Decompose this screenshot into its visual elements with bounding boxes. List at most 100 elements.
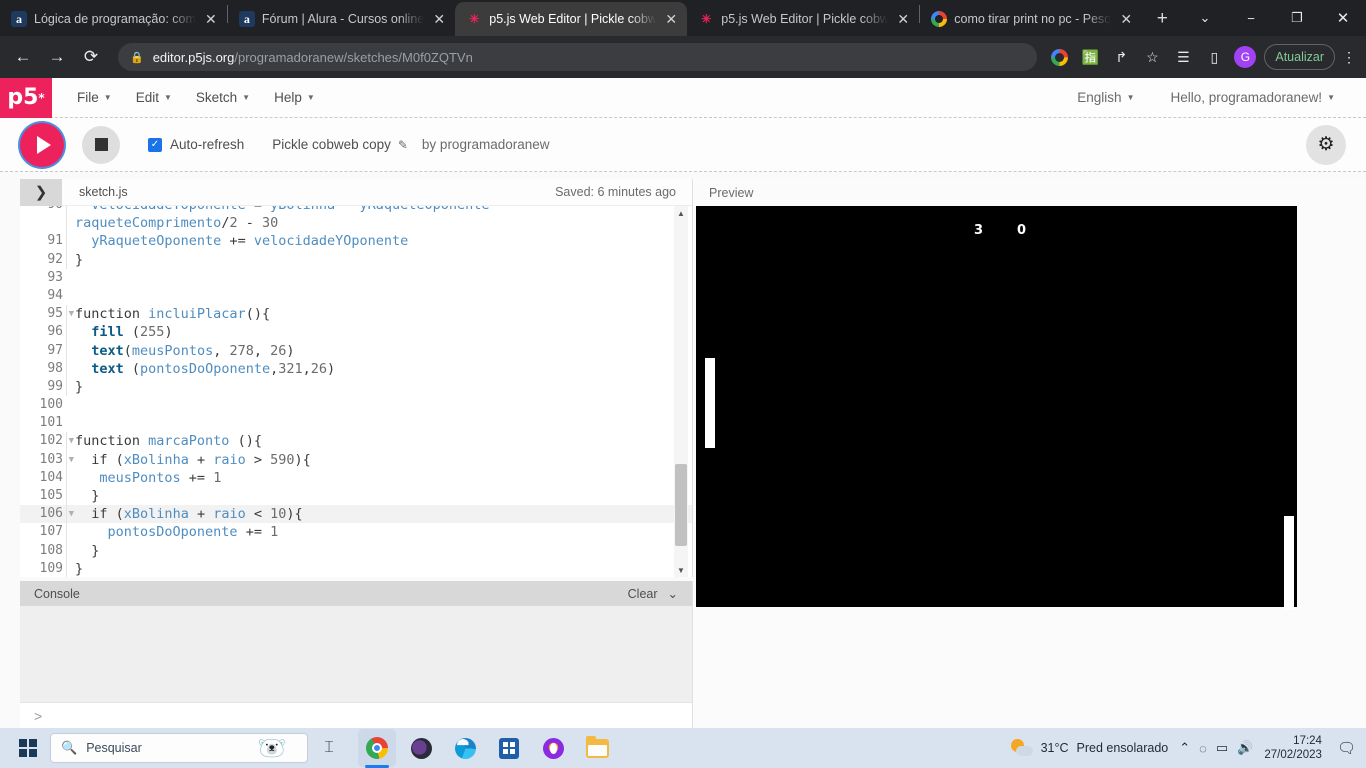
menu-help[interactable]: Help ▼: [265, 86, 324, 109]
console-input[interactable]: >: [20, 702, 692, 728]
tab-search-icon[interactable]: ⌄: [1182, 2, 1228, 34]
code-line[interactable]: 91 yRaqueteOponente += velocidadeYOponen…: [20, 232, 692, 251]
avatar[interactable]: G: [1231, 43, 1259, 71]
auto-refresh-toggle[interactable]: ✓ Auto-refresh: [148, 137, 244, 152]
start-button[interactable]: [10, 730, 46, 766]
code-line[interactable]: 100: [20, 396, 692, 414]
taskbar-app-chrome[interactable]: [358, 729, 396, 768]
code-line[interactable]: raqueteComprimento/2 - 30: [20, 214, 692, 233]
play-button[interactable]: [20, 122, 64, 167]
sidebar-toggle-icon[interactable]: ❯: [20, 178, 62, 206]
taskbar-app-avast[interactable]: [534, 729, 572, 767]
menu-file[interactable]: File ▼: [68, 86, 121, 109]
line-number: 104: [39, 469, 63, 485]
close-icon[interactable]: ✕: [431, 11, 447, 27]
reading-list-icon[interactable]: ☰: [1169, 43, 1197, 71]
checkbox-checked-icon[interactable]: ✓: [148, 137, 162, 152]
code-line[interactable]: 109}: [20, 559, 692, 577]
battery-icon[interactable]: ▭: [1216, 740, 1228, 756]
close-icon[interactable]: ✕: [203, 11, 219, 27]
bookmark-star-icon[interactable]: ☆: [1138, 43, 1166, 71]
notifications-icon[interactable]: 🗨: [1333, 739, 1356, 757]
console-clear-button[interactable]: Clear: [628, 587, 658, 601]
windows-taskbar: 🔍 Pesquisar 🐻‍❄️ ⌶ 31°C Pred ensolarado: [0, 728, 1366, 768]
code-line[interactable]: 93: [20, 269, 692, 287]
scroll-up-icon[interactable]: ▲: [674, 206, 688, 220]
code-line[interactable]: 102 ▼ function marcaPonto (){: [20, 432, 692, 451]
taskbar-app-store[interactable]: [490, 729, 528, 767]
code-line[interactable]: 96 fill (255): [20, 323, 692, 342]
code-line[interactable]: 103 ▼ if (xBolinha + raio > 590){: [20, 450, 692, 469]
code-line[interactable]: 94: [20, 287, 692, 305]
show-hidden-icons-chevron-icon[interactable]: ⌃: [1179, 740, 1190, 756]
chrome-menu-icon[interactable]: ⋮: [1340, 49, 1358, 66]
pencil-icon[interactable]: ✎: [398, 138, 408, 152]
code-text: }: [66, 559, 83, 577]
search-input[interactable]: 🔍 Pesquisar 🐻‍❄️: [50, 733, 308, 763]
code-line[interactable]: 92}: [20, 250, 692, 269]
taskbar-app-edge[interactable]: [446, 729, 484, 767]
close-icon[interactable]: ✕: [1118, 11, 1134, 27]
code-line[interactable]: 95 ▼ function incluiPlacar(){: [20, 305, 692, 324]
code-line[interactable]: 99}: [20, 377, 692, 397]
taskbar-app-file-explorer[interactable]: [578, 729, 616, 767]
sketch-canvas[interactable]: 3 0: [696, 206, 1297, 609]
code-line[interactable]: 97 text(meusPontos, 278, 26): [20, 341, 692, 360]
code-line[interactable]: 101: [20, 414, 692, 432]
close-icon[interactable]: ✕: [663, 11, 679, 27]
code-line[interactable]: 106 ▼ if (xBolinha + raio < 10){: [20, 505, 692, 524]
code-line[interactable]: 104 meusPontos += 1: [20, 468, 692, 488]
editor-scrollbar[interactable]: ▲ ▼: [674, 206, 688, 577]
close-icon[interactable]: ✕: [895, 11, 911, 27]
new-tab-button[interactable]: +: [1148, 5, 1176, 33]
avast-icon: [542, 737, 564, 759]
sketch-author: by programadoranew: [421, 137, 550, 152]
share-icon[interactable]: ↱: [1107, 43, 1135, 71]
menu-sketch[interactable]: Sketch ▼: [187, 86, 259, 109]
browser-tab-3[interactable]: ✳ p5.js Web Editor | Pickle cobw ✕: [687, 2, 919, 36]
chevron-down-icon[interactable]: ⌄: [668, 586, 678, 601]
scroll-down-icon[interactable]: ▼: [674, 563, 688, 577]
side-panel-icon[interactable]: ▯: [1200, 43, 1228, 71]
code-line[interactable]: 98 text (pontosDoOponente,321,26): [20, 359, 692, 378]
update-button[interactable]: Atualizar: [1264, 44, 1335, 70]
task-view-icon[interactable]: ⌶: [312, 730, 346, 766]
browser-tab-2[interactable]: ✳ p5.js Web Editor | Pickle cobw ✕: [455, 2, 688, 36]
fold-triangle-icon[interactable]: ▼: [69, 305, 74, 323]
p5-logo[interactable]: p5 *: [0, 77, 52, 118]
google-account-icon[interactable]: [1045, 43, 1073, 71]
translate-icon[interactable]: 🈯: [1076, 43, 1104, 71]
clock[interactable]: 17:24 27/02/2023: [1264, 734, 1322, 763]
language-selector[interactable]: English ▼: [1068, 86, 1143, 109]
sketch-name[interactable]: Pickle cobweb copy ✎: [272, 137, 408, 152]
forward-icon[interactable]: →: [42, 42, 72, 72]
file-tab-sketch-js[interactable]: sketch.js: [79, 185, 128, 199]
code-line[interactable]: 108 }: [20, 541, 692, 560]
taskbar-app-opera[interactable]: [402, 729, 440, 767]
menu-edit[interactable]: Edit ▼: [127, 86, 181, 109]
browser-tab-1[interactable]: a Fórum | Alura - Cursos online ✕: [228, 2, 455, 36]
code-line[interactable]: 105 }: [20, 487, 692, 506]
account-menu[interactable]: Hello, programadoranew! ▼: [1161, 86, 1344, 109]
fold-triangle-icon[interactable]: ▼: [69, 451, 74, 469]
code-text: if (xBolinha + raio < 10){: [66, 505, 303, 524]
fold-triangle-icon[interactable]: ▼: [69, 505, 74, 523]
volume-icon[interactable]: 🔊: [1237, 740, 1253, 756]
stop-button[interactable]: [82, 125, 120, 164]
browser-tab-0[interactable]: a Lógica de programação: com ✕: [0, 2, 227, 36]
code-editor[interactable]: 90 velocidadeYOponente = yBolinha - yRaq…: [20, 206, 692, 577]
gear-icon[interactable]: ⚙: [1306, 124, 1346, 165]
maximize-button[interactable]: ❐: [1274, 2, 1320, 34]
code-line[interactable]: 90 velocidadeYOponente = yBolinha - yRaq…: [20, 206, 692, 215]
fold-triangle-icon[interactable]: ▼: [69, 432, 74, 450]
code-line[interactable]: 107 pontosDoOponente += 1: [20, 523, 692, 542]
minimize-button[interactable]: −: [1228, 2, 1274, 34]
close-window-button[interactable]: ✕: [1320, 2, 1366, 34]
reload-icon[interactable]: ⟳: [76, 42, 106, 72]
back-icon[interactable]: ←: [8, 42, 38, 72]
address-input[interactable]: 🔒 editor.p5js.org/programadoranew/sketch…: [118, 43, 1038, 71]
scrollbar-thumb[interactable]: [675, 464, 687, 546]
browser-tab-4[interactable]: como tirar print no pc - Pesq ✕: [920, 2, 1142, 36]
weather-widget[interactable]: 31°C Pred ensolarado: [1010, 739, 1168, 757]
onedrive-icon[interactable]: ◌: [1199, 741, 1207, 756]
